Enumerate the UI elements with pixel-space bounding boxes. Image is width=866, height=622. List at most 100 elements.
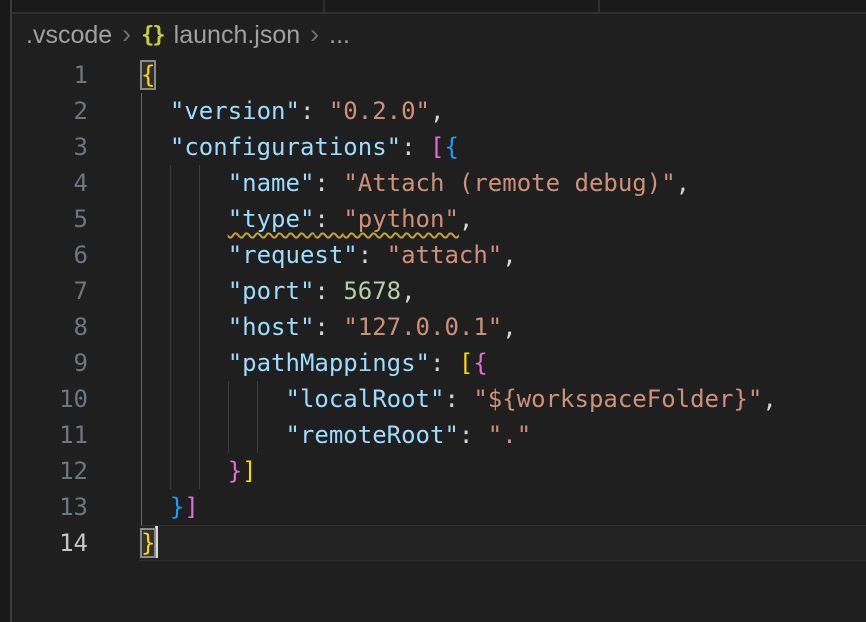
line-number[interactable]: 9 (12, 345, 88, 381)
token-ws (141, 349, 228, 377)
json-file-icon: {} (141, 23, 164, 48)
token-punc: : (430, 349, 459, 377)
code-line-12[interactable]: 12 }] (12, 453, 866, 489)
current-line-highlight (139, 525, 866, 561)
code-text: }] (141, 489, 199, 525)
token-str: "." (488, 421, 531, 449)
code-text: "remoteRoot": "." (141, 417, 531, 453)
code-line-14[interactable]: 14} (12, 525, 866, 561)
token-pink: } (228, 457, 242, 485)
chevron-right-icon: › (310, 22, 319, 46)
code-line-7[interactable]: 7 "port": 5678, (12, 273, 866, 309)
line-number[interactable]: 12 (12, 453, 88, 489)
token-key: "request" (228, 241, 358, 269)
token-str: "attach" (387, 241, 503, 269)
matched-bracket: } (141, 529, 155, 557)
warning-squiggle-text: "python" (343, 205, 459, 233)
sidebar-edge (0, 0, 12, 622)
token-ws (141, 205, 228, 233)
token-key: "name" (228, 169, 315, 197)
breadcrumb-item-symbol[interactable]: ... (329, 21, 350, 50)
line-number[interactable]: 14 (12, 525, 88, 561)
token-punc: , (401, 277, 415, 305)
token-punc: : (401, 133, 430, 161)
code-line-1[interactable]: 1{ (12, 57, 866, 93)
warning-squiggle-text: "type" (228, 205, 315, 233)
editor-code-area[interactable]: 1{2 "version": "0.2.0",3 "configurations… (12, 57, 866, 622)
code-line-9[interactable]: 9 "pathMappings": [{ (12, 345, 866, 381)
breadcrumb: .vscode › {} launch.json › ... (12, 14, 866, 57)
code-line-5[interactable]: 5 "type": "python", (12, 201, 866, 237)
line-number[interactable]: 1 (12, 57, 88, 93)
token-pink: ] (184, 493, 198, 521)
tab-bar[interactable] (12, 0, 866, 14)
code-line-8[interactable]: 8 "host": "127.0.0.1", (12, 309, 866, 345)
line-number[interactable]: 8 (12, 309, 88, 345)
token-punc: : (300, 97, 329, 125)
token-punc: : (314, 313, 343, 341)
token-key: "pathMappings" (228, 349, 430, 377)
warning-squiggle-text: : (314, 205, 343, 233)
line-number[interactable]: 5 (12, 201, 88, 237)
vscode-window: .vscode › {} launch.json › ... 1{2 "vers… (0, 0, 866, 622)
code-line-3[interactable]: 3 "configurations": [{ (12, 129, 866, 165)
token-key: "remoteRoot" (286, 421, 459, 449)
token-ws (141, 133, 170, 161)
tab-divider (323, 0, 325, 12)
token-punc: , (502, 241, 516, 269)
code-text: "host": "127.0.0.1", (141, 309, 517, 345)
token-ws (141, 277, 228, 305)
token-num: 5678 (343, 277, 401, 305)
token-ws (141, 97, 170, 125)
token-punc: , (502, 313, 516, 341)
code-text: }] (141, 453, 257, 489)
text-cursor (155, 526, 158, 558)
code-text: "configurations": [{ (141, 129, 459, 165)
token-ws (141, 313, 228, 341)
code-line-2[interactable]: 2 "version": "0.2.0", (12, 93, 866, 129)
breadcrumb-item-file[interactable]: launch.json (174, 21, 300, 50)
token-gold: ] (242, 457, 256, 485)
line-number[interactable]: 3 (12, 129, 88, 165)
token-ws (141, 493, 170, 521)
line-number[interactable]: 4 (12, 165, 88, 201)
line-number[interactable]: 11 (12, 417, 88, 453)
token-punc: , (430, 97, 444, 125)
line-number[interactable]: 13 (12, 489, 88, 525)
token-punc: : (358, 241, 387, 269)
token-key: "host" (228, 313, 315, 341)
code-text: "name": "Attach (remote debug)", (141, 165, 690, 201)
line-number[interactable]: 2 (12, 93, 88, 129)
token-punc: , (676, 169, 690, 197)
line-number[interactable]: 10 (12, 381, 88, 417)
code-text: "port": 5678, (141, 273, 416, 309)
line-number[interactable]: 6 (12, 237, 88, 273)
token-gold: [ (459, 349, 473, 377)
code-text: { (141, 57, 155, 93)
token-key: "configurations" (170, 133, 401, 161)
token-punc: : (314, 169, 343, 197)
code-line-11[interactable]: 11 "remoteRoot": "." (12, 417, 866, 453)
code-text: "request": "attach", (141, 237, 517, 273)
breadcrumb-item-folder[interactable]: .vscode (26, 21, 112, 50)
matched-bracket: { (141, 61, 155, 89)
code-line-13[interactable]: 13 }] (12, 489, 866, 525)
token-punc: : (444, 385, 473, 413)
code-line-6[interactable]: 6 "request": "attach", (12, 237, 866, 273)
code-text: "type": "python", (141, 201, 473, 237)
token-punc: , (459, 205, 473, 233)
code-line-10[interactable]: 10 "localRoot": "${workspaceFolder}", (12, 381, 866, 417)
tab-divider (598, 0, 600, 12)
token-blue: { (444, 133, 458, 161)
token-str: "Attach (remote debug)" (343, 169, 675, 197)
code-line-4[interactable]: 4 "name": "Attach (remote debug)", (12, 165, 866, 201)
token-ws (141, 457, 228, 485)
token-str: "0.2.0" (329, 97, 430, 125)
token-ws (141, 385, 286, 413)
chevron-right-icon: › (122, 22, 131, 46)
line-number[interactable]: 7 (12, 273, 88, 309)
token-pink: { (473, 349, 487, 377)
code-text: "version": "0.2.0", (141, 93, 444, 129)
token-key: "localRoot" (286, 385, 445, 413)
token-str: "${workspaceFolder}" (473, 385, 762, 413)
